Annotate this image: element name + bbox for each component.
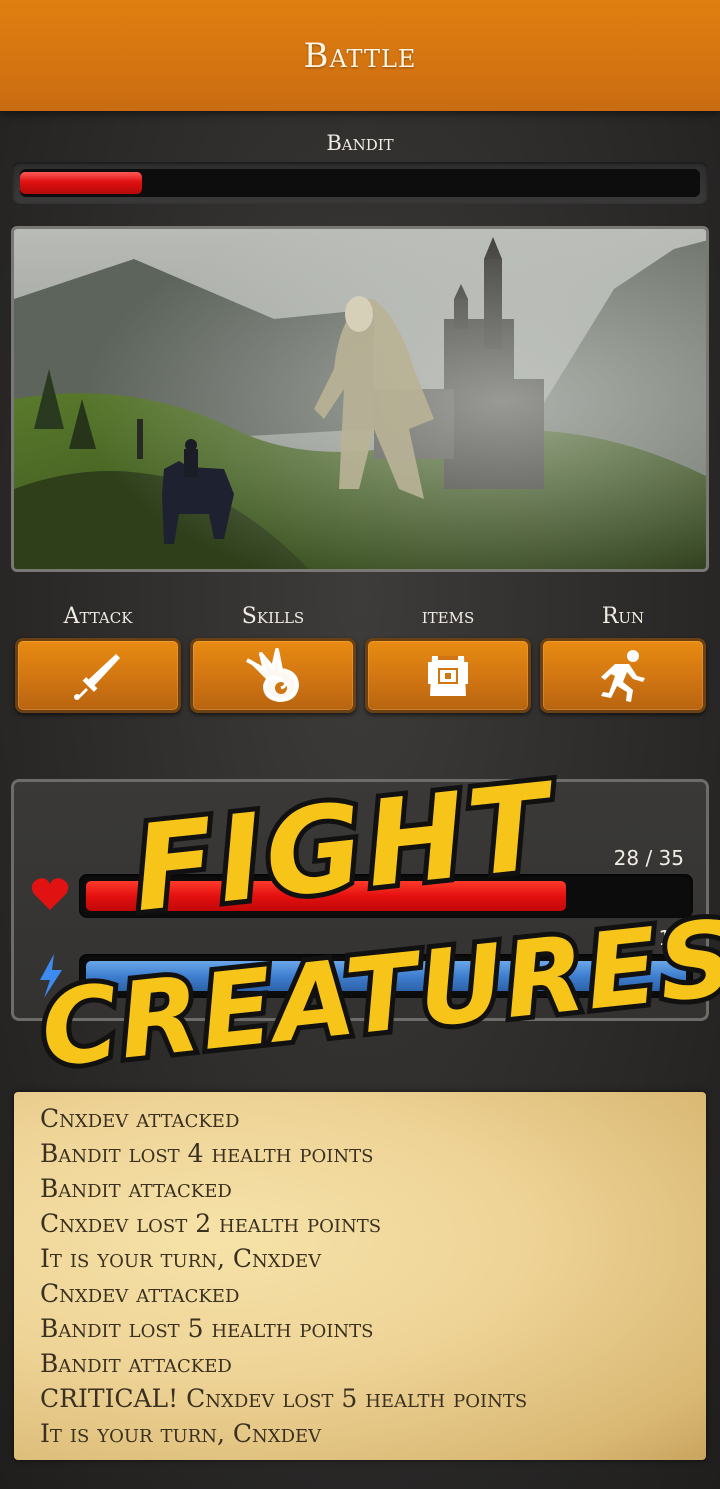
hp-text: 28 / 35 [613, 846, 684, 870]
heart-icon [31, 878, 69, 910]
run-button[interactable] [540, 638, 706, 713]
enemy-health-bar [12, 162, 708, 204]
log-line: It is your turn, Cnxdev [40, 1244, 322, 1273]
top-bar: Battle [0, 0, 720, 111]
mp-fill [86, 961, 686, 991]
skills-label: Skills [241, 604, 305, 629]
player-status-panel: 28 / 35 10 [11, 779, 709, 1021]
running-man-icon [601, 649, 645, 702]
lightning-icon [40, 954, 62, 998]
log-line: Bandit lost 5 health points [40, 1314, 374, 1343]
log-line: Cnxdev lost 2 health points [40, 1209, 382, 1238]
page-title: Battle [303, 35, 417, 76]
log-line: It is your turn, Cnxdev [40, 1419, 322, 1448]
log-line: Bandit attacked [40, 1349, 232, 1378]
enemy-health-fill [20, 172, 142, 194]
attack-label: Attack [63, 604, 133, 629]
items-button[interactable] [365, 638, 531, 713]
attack-button[interactable] [15, 638, 181, 713]
log-line: Bandit attacked [40, 1174, 232, 1203]
magic-swirl-icon [246, 647, 299, 702]
log-line: CRITICAL! Cnxdev lost 5 health points [40, 1384, 528, 1413]
mp-text: 10 [658, 926, 684, 950]
log-line: Cnxdev attacked [40, 1279, 240, 1308]
log-line: Cnxdev attacked [40, 1104, 240, 1133]
hp-fill [86, 881, 566, 911]
log-line: Bandit lost 4 health points [40, 1139, 374, 1168]
action-labels: Attack Skills items Run [0, 604, 720, 634]
skills-button[interactable] [190, 638, 356, 713]
mp-bar [79, 954, 693, 998]
sword-icon [74, 653, 120, 700]
backpack-icon [428, 655, 468, 696]
battle-scene-image [11, 226, 709, 572]
run-label: Run [601, 604, 645, 629]
enemy-name: Bandit [326, 131, 394, 155]
hp-bar [79, 874, 693, 918]
battle-log: Cnxdev attacked Bandit lost 4 health poi… [14, 1092, 706, 1460]
items-label: items [421, 604, 475, 629]
